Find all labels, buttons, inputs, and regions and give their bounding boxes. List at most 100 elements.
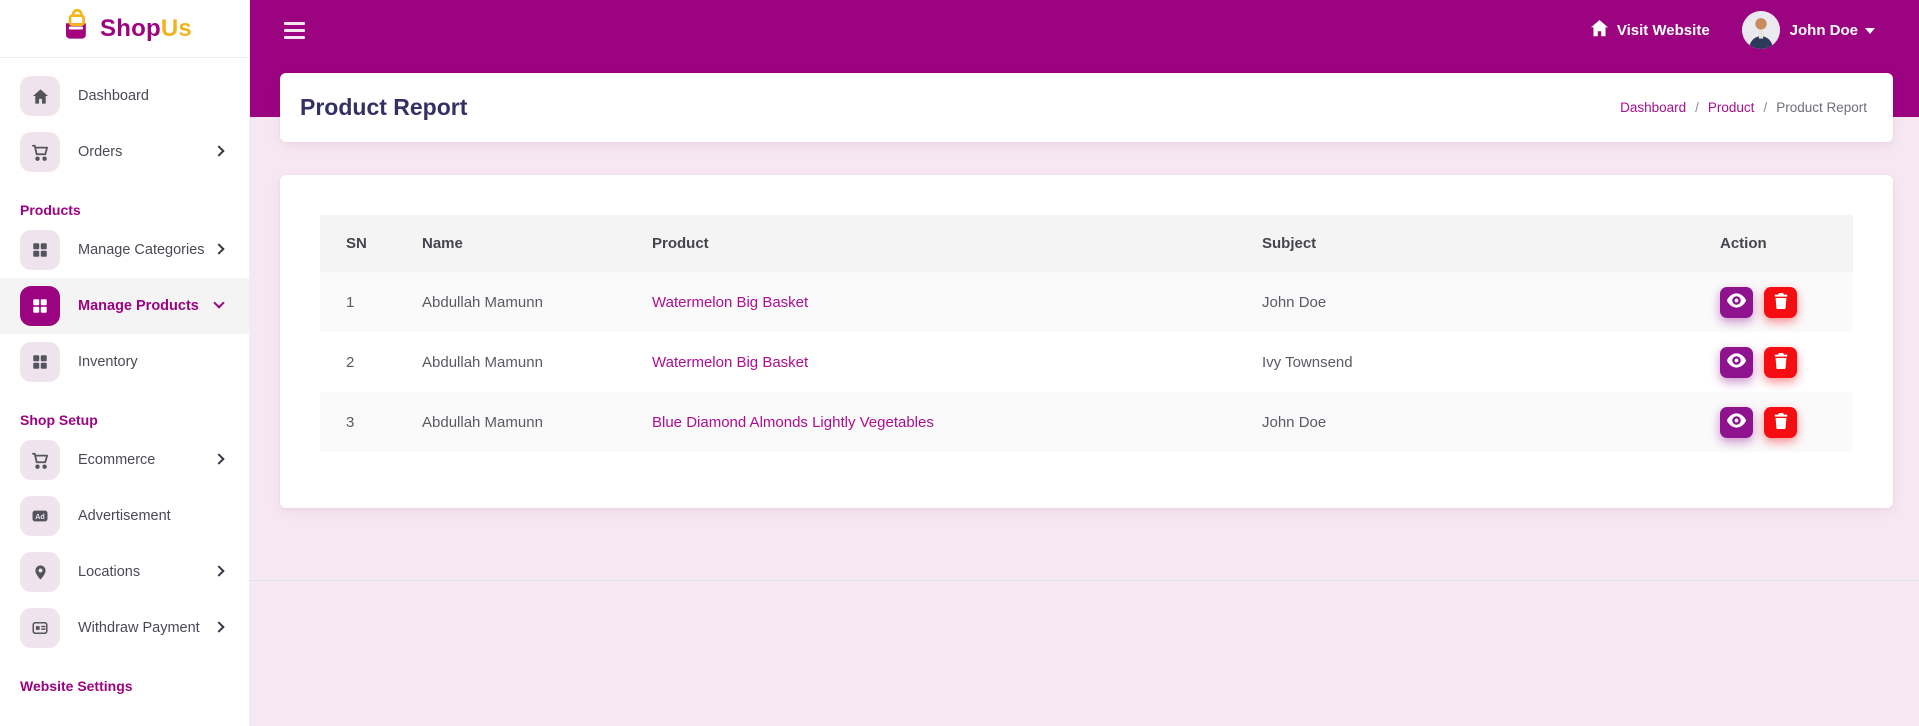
cell-action [1708,272,1853,332]
map-pin-icon [20,552,60,592]
cell-subject: Ivy Townsend [1262,353,1353,371]
grid-icon [20,230,60,270]
top-navbar: Visit Website John Doe [250,0,1919,60]
sidebar-item-label: Manage Products [78,298,199,314]
sidebar-item-locations[interactable]: Locations [0,544,249,600]
chevron-right-icon [213,145,225,157]
view-button[interactable] [1720,346,1753,378]
main-area: Visit Website John Doe Product Report Da… [250,0,1919,726]
table-body: 1 Abdullah Mamunn Watermelon Big Basket … [320,272,1853,452]
home-icon [1590,19,1609,41]
sidebar-item-label: Dashboard [78,88,149,104]
cell-subject: John Doe [1262,293,1327,311]
product-report-table: SN Name Product Subject Action 1 Abdulla… [320,215,1853,452]
home-icon [20,76,60,116]
sidebar-item-label: Inventory [78,354,138,370]
svg-text:Ad: Ad [35,513,44,521]
sidebar-item-dashboard[interactable]: Dashboard [0,68,249,124]
brand-logo[interactable]: ShopUs [0,0,249,58]
sidebar: ShopUs Dashboard Orders Products Manage … [0,0,250,726]
payment-card-icon [20,608,60,648]
page-header-card: Product Report Dashboard / Product / Pro… [280,73,1893,142]
grid-icon [20,286,60,326]
table-row: 3 Abdullah Mamunn Blue Diamond Almonds L… [320,392,1853,452]
cell-name: Abdullah Mamunn [422,413,543,431]
column-header-subject: Subject [1262,235,1317,252]
sidebar-section-shop-setup: Shop Setup [20,412,98,428]
breadcrumb-link-product[interactable]: Product [1708,100,1755,115]
menu-toggle-button[interactable] [280,18,309,43]
cell-name: Abdullah Mamunn [422,293,543,311]
breadcrumb-separator: / [1763,100,1768,115]
sidebar-item-manage-products[interactable]: Manage Products [0,278,249,334]
navbar-right: Visit Website John Doe [1590,11,1889,49]
trash-icon [1774,412,1788,432]
visit-website-label: Visit Website [1616,21,1710,39]
sidebar-item-label: Advertisement [78,508,171,524]
avatar [1741,11,1780,49]
product-link[interactable]: Blue Diamond Almonds Lightly Vegetables [652,414,934,431]
user-menu[interactable]: John Doe [1741,11,1875,49]
view-button[interactable] [1720,406,1753,438]
table-header: SN Name Product Subject Action [320,215,1853,272]
visit-website-link[interactable]: Visit Website [1590,19,1710,41]
user-name: John Doe [1789,21,1858,39]
sidebar-item-manage-categories[interactable]: Manage Categories [0,222,249,278]
cell-action [1708,332,1853,392]
eye-icon [1727,293,1746,311]
view-button[interactable] [1720,286,1753,318]
delete-button[interactable] [1764,346,1798,378]
breadcrumb-link-dashboard[interactable]: Dashboard [1620,100,1686,115]
sidebar-item-label: Manage Categories [78,242,205,258]
sidebar-item-label: Withdraw Payment [78,620,200,636]
cart-icon [20,132,60,172]
chevron-right-icon [213,565,225,577]
table-row: 1 Abdullah Mamunn Watermelon Big Basket … [320,272,1853,332]
cell-product: Watermelon Big Basket [640,332,1250,392]
sidebar-item-orders[interactable]: Orders [0,124,249,180]
cell-sn: 2 [346,353,355,371]
eye-icon [1727,413,1746,431]
delete-button[interactable] [1764,406,1798,438]
report-table-card: SN Name Product Subject Action 1 Abdulla… [280,175,1893,508]
breadcrumb-separator: / [1695,100,1699,115]
column-header-product: Product [652,235,709,252]
sidebar-item-inventory[interactable]: Inventory [0,334,249,390]
footer-divider [250,580,1919,581]
column-header-name: Name [422,235,463,252]
delete-button[interactable] [1764,286,1798,318]
chevron-right-icon [213,621,225,633]
ad-icon: Ad [20,496,60,536]
breadcrumb: Dashboard / Product / Product Report [1620,100,1867,115]
cell-product: Watermelon Big Basket [640,272,1250,332]
sidebar-item-label: Ecommerce [78,452,156,468]
column-header-action: Action [1720,235,1767,252]
shopping-bag-icon [57,8,93,49]
chevron-right-icon [213,243,225,255]
breadcrumb-current: Product Report [1776,100,1867,115]
grid-icon [20,342,60,382]
sidebar-item-advertisement[interactable]: Ad Advertisement [0,488,249,544]
brand-name: ShopUs [100,14,192,42]
cell-product: Blue Diamond Almonds Lightly Vegetables [640,392,1250,452]
trash-icon [1774,352,1788,372]
chevron-right-icon [213,453,225,465]
product-link[interactable]: Watermelon Big Basket [652,294,808,311]
sidebar-item-withdraw-payment[interactable]: Withdraw Payment [0,600,249,656]
sidebar-item-label: Orders [78,144,123,160]
product-link[interactable]: Watermelon Big Basket [652,354,808,371]
cell-sn: 3 [346,413,355,431]
page-title: Product Report [300,94,468,120]
sidebar-section-products: Products [20,202,81,218]
hamburger-icon [284,21,305,25]
column-header-sn: SN [346,235,367,252]
table-row: 2 Abdullah Mamunn Watermelon Big Basket … [320,332,1853,392]
sidebar-section-website-settings: Website Settings [20,678,133,694]
cell-sn: 1 [346,293,355,311]
sidebar-menu: Dashboard Orders Products Manage Categor… [0,58,249,694]
chevron-down-icon [213,297,225,309]
sidebar-item-ecommerce[interactable]: Ecommerce [0,432,249,488]
caret-down-icon [1865,28,1875,34]
cell-action [1708,392,1853,452]
cell-subject: John Doe [1262,413,1327,431]
